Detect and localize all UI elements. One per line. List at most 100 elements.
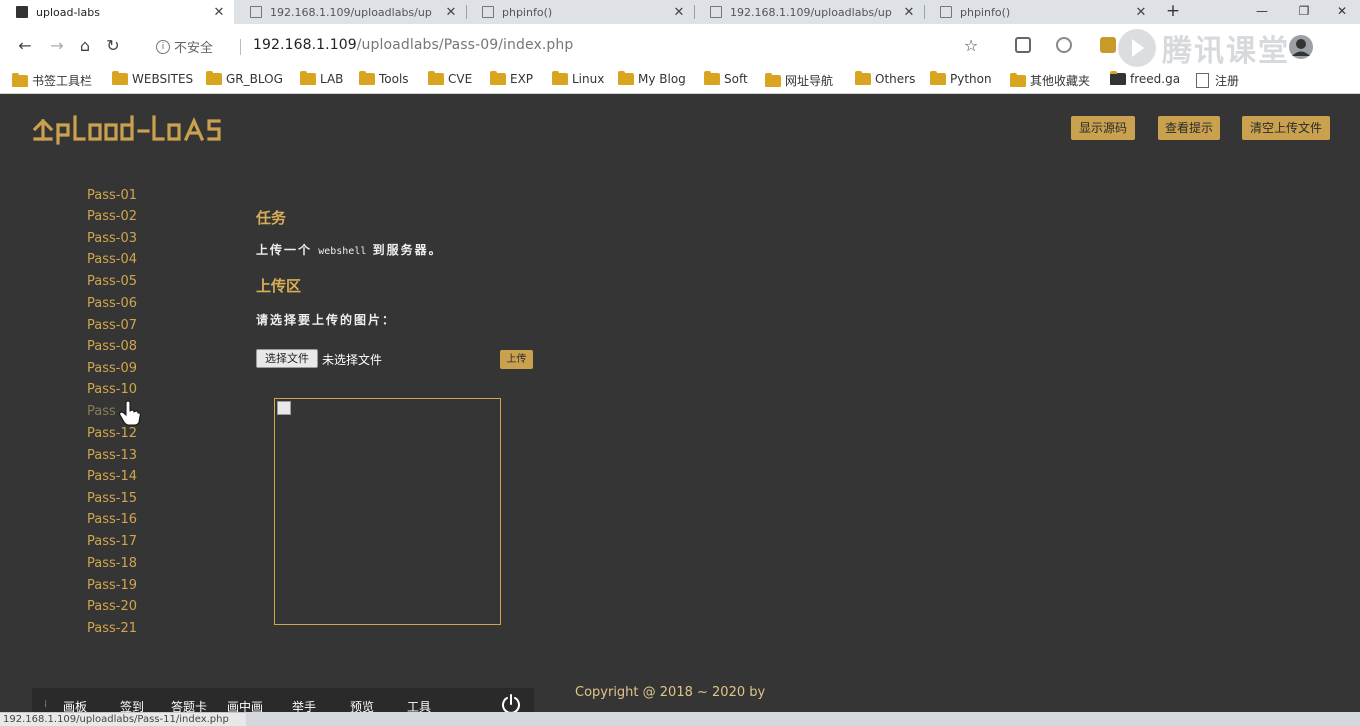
home-icon[interactable]: ⌂ [74, 35, 96, 57]
bookmark-exp[interactable]: EXP [490, 71, 533, 86]
reload-icon[interactable]: ↻ [102, 35, 124, 57]
close-tab-icon[interactable]: ✕ [1134, 5, 1148, 20]
forward-arrow-icon[interactable]: → [46, 35, 68, 57]
bookmark-label: freed.ga [1130, 72, 1181, 86]
page-icon [940, 6, 952, 18]
tab-title: phpinfo() [502, 5, 553, 19]
folder-icon [618, 71, 634, 85]
bookmark-register[interactable]: 注册 [1196, 72, 1239, 89]
bookmark-python[interactable]: Python [930, 71, 992, 86]
minimize-icon[interactable]: — [1242, 0, 1282, 24]
choose-file-button[interactable]: 选择文件 [256, 349, 318, 368]
security-indicator[interactable]: i 不安全 [156, 37, 213, 56]
avatar[interactable] [1288, 34, 1314, 60]
bookmark-label: CVE [448, 72, 473, 86]
upload-labs-logo [32, 115, 221, 145]
task-text-before: 上传一个 [256, 243, 313, 257]
menu-item-pass-14[interactable]: Pass-14 [87, 469, 137, 484]
restore-icon[interactable]: ❐ [1284, 0, 1324, 24]
star-icon[interactable]: ☆ [960, 35, 982, 57]
upload-heading: 上传区 [256, 277, 302, 295]
task-heading: 任务 [256, 209, 287, 227]
folder-icon [765, 72, 781, 87]
clear-uploads-button[interactable]: 清空上传文件 [1242, 116, 1330, 140]
tab-title: phpinfo() [960, 5, 1011, 19]
show-source-button[interactable]: 显示源码 [1071, 116, 1135, 140]
url-separator [240, 39, 241, 55]
menu-item-pass-01[interactable]: Pass-01 [87, 188, 137, 203]
bookmark-linux[interactable]: Linux [552, 71, 604, 86]
menu-item-pass-17[interactable]: Pass-17 [87, 534, 137, 549]
folder-icon [704, 71, 720, 85]
drag-handle-icon[interactable]: ⁞ [44, 699, 47, 710]
bookmark-nav[interactable]: 网址导航 [765, 72, 833, 89]
menu-item-pass-05[interactable]: Pass-05 [87, 274, 137, 289]
tab-phpinfo-2[interactable]: phpinfo() ✕ [924, 0, 1156, 24]
menu-item-pass-12[interactable]: Pass-12 [87, 426, 137, 441]
view-hint-button[interactable]: 查看提示 [1158, 116, 1220, 140]
security-label: 不安全 [174, 41, 214, 56]
tab-phpinfo-1[interactable]: phpinfo() ✕ [466, 0, 694, 24]
new-tab-button[interactable]: + [1162, 0, 1184, 24]
page-icon [710, 6, 722, 18]
taskbar-strip [246, 712, 1360, 726]
folder-icon [428, 71, 444, 85]
menu-item-pass-16[interactable]: Pass-16 [87, 512, 137, 527]
tab-title: upload-labs [36, 5, 100, 19]
extension-circle-icon[interactable] [1056, 37, 1072, 53]
close-tab-icon[interactable]: ✕ [444, 5, 458, 20]
folder-icon [930, 71, 946, 85]
page-icon [250, 6, 262, 18]
menu-item-pass-10[interactable]: Pass-10 [87, 382, 137, 397]
menu-item-pass-09[interactable]: Pass-09 [87, 361, 137, 376]
tab-uploadlabs-1[interactable]: 192.168.1.109/uploadlabs/up ✕ [234, 0, 466, 24]
bookmarks-bar: 书签工具栏 WEBSITES GR_BLOG LAB Tools CVE EXP… [0, 68, 1360, 94]
close-tab-icon[interactable]: ✕ [672, 5, 686, 20]
bookmark-my-blog[interactable]: My Blog [618, 71, 686, 86]
bookmark-others[interactable]: Others [855, 71, 916, 86]
bookmark-label: Others [875, 72, 916, 86]
upload-button[interactable]: 上传 [500, 350, 533, 369]
tab-bar: upload-labs ✕ 192.168.1.109/uploadlabs/u… [0, 0, 1360, 24]
bookmark-lab[interactable]: LAB [300, 71, 343, 86]
menu-item-pass-13[interactable]: Pass-13 [87, 448, 137, 463]
menu-item-pass-04[interactable]: Pass-04 [87, 252, 137, 267]
bookmark-gr-blog[interactable]: GR_BLOG [206, 71, 283, 86]
menu-item-pass-19[interactable]: Pass-19 [87, 578, 137, 593]
menu-item-pass-03[interactable]: Pass-03 [87, 231, 137, 246]
menu-item-pass-08[interactable]: Pass-08 [87, 339, 137, 354]
menu-item-pass-07[interactable]: Pass-07 [87, 318, 137, 333]
bookmark-soft[interactable]: Soft [704, 71, 748, 86]
folder-icon [855, 71, 871, 85]
menu-item-pass-18[interactable]: Pass-18 [87, 556, 137, 571]
bookmark-label: Soft [724, 72, 748, 86]
bookmark-label: GR_BLOG [226, 72, 283, 86]
menu-item-pass-15[interactable]: Pass-15 [87, 491, 137, 506]
bookmark-toolbar-folder[interactable]: 书签工具栏 [12, 72, 92, 89]
play-logo-icon [1118, 29, 1156, 67]
address-bar[interactable]: 192.168.1.109/uploadlabs/Pass-09/index.p… [253, 37, 573, 53]
image-preview [274, 398, 501, 625]
extension-icon[interactable] [1015, 37, 1031, 53]
menu-item-pass-11[interactable]: Pass [87, 404, 116, 419]
tab-upload-labs[interactable]: upload-labs ✕ [0, 0, 234, 24]
bookmark-freed[interactable]: freed.ga [1110, 71, 1181, 86]
back-arrow-icon[interactable]: ← [14, 35, 36, 57]
menu-item-pass-20[interactable]: Pass-20 [87, 599, 137, 614]
menu-item-pass-21[interactable]: Pass-21 [87, 621, 137, 636]
bookmark-other-favorites[interactable]: 其他收藏夹 [1010, 72, 1090, 89]
close-window-icon[interactable]: ✕ [1322, 0, 1360, 24]
folder-icon [206, 71, 222, 85]
menu-item-pass-06[interactable]: Pass-06 [87, 296, 137, 311]
tab-title: 192.168.1.109/uploadlabs/up [730, 5, 892, 19]
extension-folder-icon[interactable] [1100, 37, 1116, 53]
folder-icon [12, 72, 28, 87]
page-icon [1196, 73, 1209, 88]
tab-uploadlabs-2[interactable]: 192.168.1.109/uploadlabs/up ✕ [694, 0, 924, 24]
close-tab-icon[interactable]: ✕ [212, 5, 226, 20]
close-tab-icon[interactable]: ✕ [902, 5, 916, 20]
bookmark-tools[interactable]: Tools [359, 71, 409, 86]
bookmark-websites[interactable]: WEBSITES [112, 71, 193, 86]
menu-item-pass-02[interactable]: Pass-02 [87, 209, 137, 224]
bookmark-cve[interactable]: CVE [428, 71, 473, 86]
